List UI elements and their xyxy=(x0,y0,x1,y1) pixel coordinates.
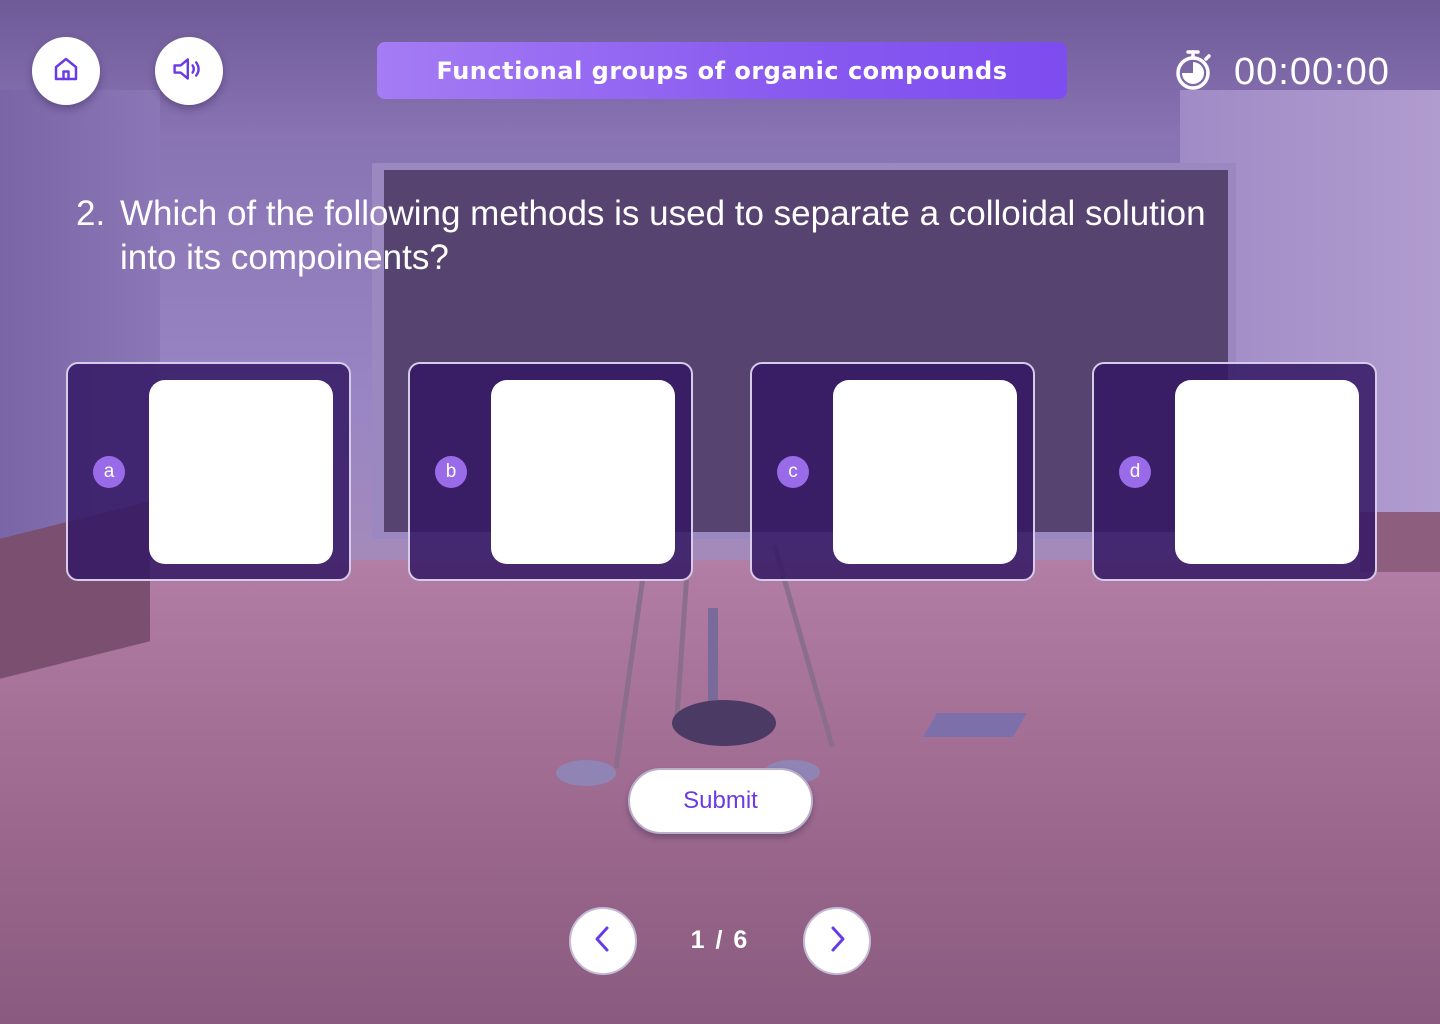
option-image xyxy=(1175,380,1359,564)
page-indicator: 1 / 6 xyxy=(690,926,750,954)
next-question-button[interactable] xyxy=(803,907,871,975)
speaker-icon xyxy=(171,54,207,89)
option-image xyxy=(833,380,1017,564)
timer: 00:00:00 xyxy=(1172,48,1390,96)
option-label: d xyxy=(1119,456,1151,488)
option-label: c xyxy=(777,456,809,488)
chevron-left-icon xyxy=(590,924,616,959)
option-a[interactable]: a xyxy=(66,362,351,581)
retort-stand xyxy=(672,700,776,746)
option-c[interactable]: c xyxy=(750,362,1035,581)
home-button[interactable] xyxy=(32,37,100,105)
option-label: a xyxy=(93,456,125,488)
option-b[interactable]: b xyxy=(408,362,693,581)
option-image xyxy=(491,380,675,564)
question-number: 2. xyxy=(76,194,106,233)
stopwatch-icon xyxy=(1172,48,1214,97)
option-label: b xyxy=(435,456,467,488)
question: 2. Which of the following methods is use… xyxy=(76,192,1236,280)
sound-button[interactable] xyxy=(155,37,223,105)
question-text: Which of the following methods is used t… xyxy=(120,194,1206,277)
timer-value: 00:00:00 xyxy=(1234,50,1390,93)
home-icon xyxy=(51,54,81,89)
lesson-title: Functional groups of organic compounds xyxy=(377,42,1067,99)
submit-button[interactable]: Submit xyxy=(628,768,813,834)
option-image xyxy=(149,380,333,564)
chevron-right-icon xyxy=(824,924,850,959)
option-d[interactable]: d xyxy=(1092,362,1377,581)
previous-question-button[interactable] xyxy=(569,907,637,975)
